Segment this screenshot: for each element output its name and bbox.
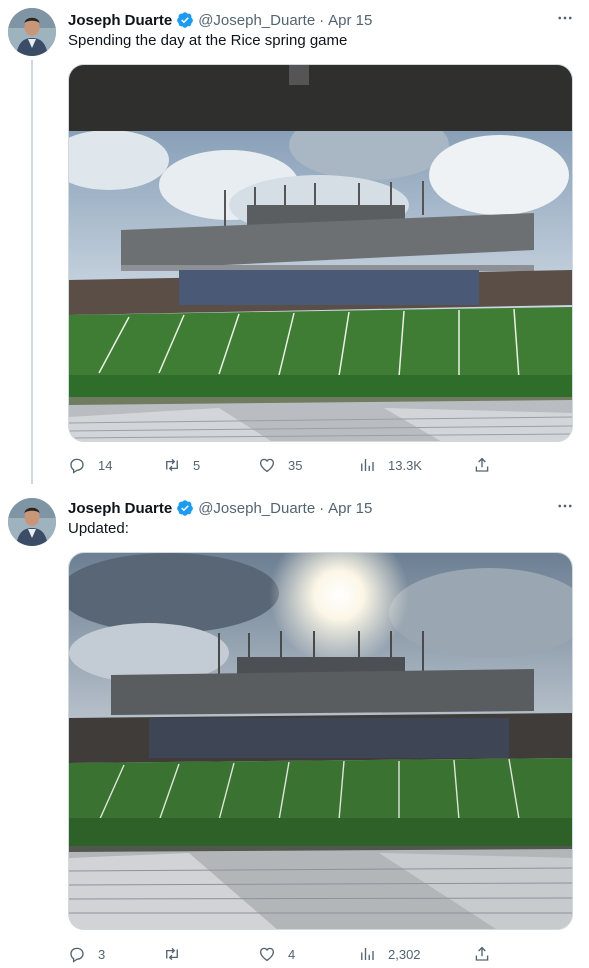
tweet-actions: 3 4 2,302 bbox=[68, 944, 498, 964]
reply-button[interactable]: 14 bbox=[68, 455, 112, 475]
retweet-count: 5 bbox=[193, 457, 201, 473]
like-button[interactable]: 4 bbox=[258, 944, 295, 964]
author-handle[interactable]: @Joseph_Duarte bbox=[198, 500, 315, 517]
views-button[interactable]: 2,302 bbox=[358, 944, 421, 964]
retweet-icon bbox=[166, 458, 178, 472]
tweet[interactable]: Joseph Duarte @Joseph_Duarte · Apr 15 Up… bbox=[0, 484, 589, 968]
like-count: 4 bbox=[288, 946, 296, 962]
share-icon bbox=[475, 946, 489, 961]
reply-count: 3 bbox=[98, 946, 106, 962]
avatar-image bbox=[8, 8, 56, 56]
reply-button[interactable]: 3 bbox=[68, 944, 105, 964]
reply-icon bbox=[70, 458, 84, 474]
reply-count: 14 bbox=[98, 457, 113, 473]
heart-icon bbox=[259, 458, 275, 473]
separator-dot: · bbox=[319, 11, 325, 29]
more-options-icon[interactable] bbox=[553, 496, 577, 516]
tweet-text: Updated: bbox=[68, 520, 129, 537]
views-chart-icon bbox=[361, 948, 374, 960]
views-count: 13.3K bbox=[388, 457, 422, 473]
views-button[interactable]: 13.3K bbox=[358, 455, 422, 475]
retweet-button[interactable] bbox=[163, 944, 193, 964]
stadium-photo-image bbox=[69, 65, 572, 441]
tweet-header: Joseph Duarte @Joseph_Duarte · Apr 15 bbox=[68, 498, 372, 518]
thread-connector-line bbox=[31, 60, 33, 484]
verified-badge-icon[interactable] bbox=[176, 11, 194, 29]
like-count: 35 bbox=[288, 457, 303, 473]
retweet-icon bbox=[166, 947, 178, 961]
tweet-text: Spending the day at the Rice spring game bbox=[68, 32, 348, 49]
tweet-date[interactable]: Apr 15 bbox=[328, 12, 372, 29]
tweet-photo[interactable] bbox=[68, 64, 573, 442]
tweet[interactable]: Joseph Duarte @Joseph_Duarte · Apr 15 Sp… bbox=[0, 0, 589, 484]
like-button[interactable]: 35 bbox=[258, 455, 302, 475]
heart-icon bbox=[259, 947, 275, 962]
author-name[interactable]: Joseph Duarte bbox=[68, 12, 172, 29]
share-button[interactable] bbox=[473, 455, 491, 475]
tweet-header: Joseph Duarte @Joseph_Duarte · Apr 15 bbox=[68, 10, 372, 30]
avatar[interactable] bbox=[8, 498, 56, 546]
more-options-icon[interactable] bbox=[553, 8, 577, 28]
tweet-photo[interactable] bbox=[68, 552, 573, 930]
reply-icon bbox=[70, 947, 84, 963]
avatar-image bbox=[8, 498, 56, 546]
tweet-actions: 14 5 35 13.3K bbox=[68, 455, 498, 475]
retweet-button[interactable]: 5 bbox=[163, 455, 200, 475]
share-icon bbox=[475, 457, 489, 472]
share-button[interactable] bbox=[473, 944, 491, 964]
author-handle[interactable]: @Joseph_Duarte bbox=[198, 12, 315, 29]
tweet-date[interactable]: Apr 15 bbox=[328, 500, 372, 517]
verified-badge-icon[interactable] bbox=[176, 499, 194, 517]
author-name[interactable]: Joseph Duarte bbox=[68, 500, 172, 517]
views-chart-icon bbox=[361, 459, 374, 471]
separator-dot: · bbox=[319, 499, 325, 517]
avatar[interactable] bbox=[8, 8, 56, 56]
views-count: 2,302 bbox=[388, 946, 421, 962]
stadium-sunset-photo-image bbox=[69, 553, 572, 929]
